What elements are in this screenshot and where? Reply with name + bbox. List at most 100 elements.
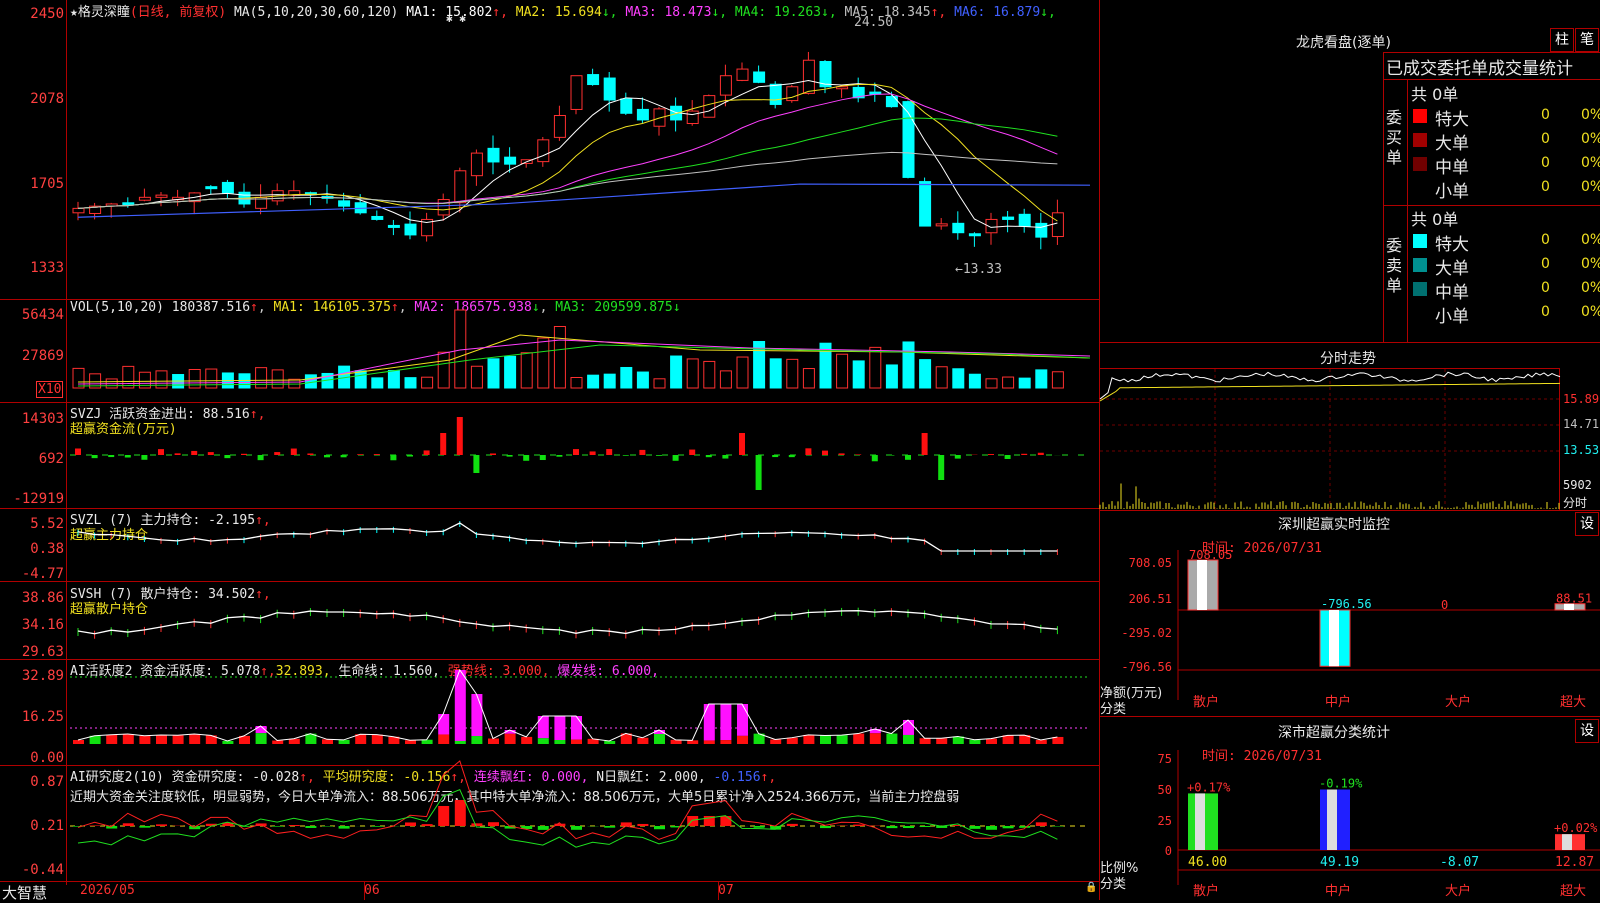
volume-bar (455, 310, 466, 388)
order-pct: 0% (1581, 256, 1600, 272)
flow-bar (108, 455, 114, 457)
intraday-tick: 5902 (1563, 478, 1592, 492)
activity-bar (637, 738, 648, 744)
net-value-label: 708.05 (1189, 548, 1232, 562)
ai-research-chart[interactable] (0, 766, 1100, 881)
volume-bar (969, 374, 980, 388)
activity-bar (920, 738, 931, 744)
flow-bar (888, 455, 894, 456)
activity-bar (322, 739, 333, 744)
candle-body (222, 182, 233, 192)
candle-body (1052, 213, 1063, 237)
main-holding-chart[interactable] (0, 509, 1100, 581)
order-swatch (1413, 282, 1427, 296)
volume-bar (837, 354, 848, 388)
research-bar (787, 824, 798, 826)
bar-highlight (1327, 789, 1337, 850)
order-swatch (1413, 258, 1427, 272)
ai-activity-chart[interactable] (0, 660, 1100, 765)
volume-bar (488, 359, 499, 388)
cls-ratio-chart[interactable]: 7550250+0.17%46.00散户-0.19%49.19中户-8.07大户… (1100, 710, 1600, 900)
order-swatch (1413, 133, 1427, 147)
candle-body (571, 76, 582, 110)
sz-net-amount-chart[interactable]: 708.05206.51-295.02-796.56708.05散户-796.5… (1100, 510, 1600, 710)
order-pct: 0% (1581, 304, 1600, 320)
ratio-value-label: 12.87 (1555, 855, 1594, 870)
research-bar (621, 822, 632, 826)
candle-body (737, 69, 748, 80)
flow-bar (689, 450, 695, 455)
order-count: 0 (1541, 155, 1550, 171)
intraday-avg-line (1100, 383, 1560, 401)
candle-body (1003, 217, 1014, 219)
volume-bar (870, 347, 881, 388)
flow-bar (855, 454, 861, 455)
tick-mode-button[interactable]: 笔 (1575, 28, 1599, 52)
candle-body (388, 225, 399, 227)
order-pct: 0% (1581, 131, 1600, 147)
order-name: 大单 (1435, 129, 1469, 154)
activity-bar (969, 740, 980, 744)
volume-bar (372, 378, 383, 388)
flow-bar (573, 449, 579, 455)
flow-bar (872, 455, 878, 461)
order-row: 大单 0 0% (1411, 129, 1600, 151)
lock-icon[interactable]: 🔒 (1085, 882, 1097, 893)
fund-flow-chart[interactable] (0, 403, 1100, 508)
flow-bar (324, 455, 330, 457)
activity-bar (488, 739, 499, 744)
flow-bar (839, 453, 845, 455)
activity-bar-top (438, 714, 449, 734)
ratio-value-label: 49.19 (1320, 855, 1359, 870)
candle-body (770, 84, 781, 104)
research-bar (637, 824, 648, 826)
candle-body (803, 60, 814, 93)
activity-bar (704, 740, 715, 744)
candle-body (123, 203, 134, 205)
flow-bar (341, 455, 347, 457)
order-row: 小单00% (1411, 177, 1600, 199)
category-label: 中户 (1325, 883, 1351, 899)
research-bar (571, 826, 582, 830)
category-label: 超大 (1560, 695, 1586, 710)
sell-order-label: 委卖单 (1386, 236, 1404, 296)
flow-bar (258, 455, 264, 460)
volume-bar (422, 377, 433, 388)
flow-bar (141, 455, 147, 460)
order-swatch (1413, 157, 1427, 171)
volume-chart[interactable] (0, 300, 1100, 400)
flow-bar (490, 453, 496, 455)
flow-bar (224, 455, 230, 458)
order-pct: 0% (1581, 107, 1600, 123)
research-bar (754, 826, 765, 828)
research-bar (422, 824, 433, 826)
category-label: 散户 (1193, 883, 1219, 899)
activity-bar-top (704, 704, 715, 740)
volume-bar (388, 371, 399, 388)
activity-bar (222, 741, 233, 744)
flow-bar (922, 433, 928, 455)
candlestick-chart[interactable] (0, 0, 1100, 300)
order-count: 0 (1541, 131, 1550, 147)
activity-bar (770, 740, 781, 744)
activity-bar (139, 736, 150, 744)
activity-bar (173, 735, 184, 744)
retail-holding-chart[interactable] (0, 582, 1100, 660)
net-value-label: -796.56 (1321, 597, 1372, 611)
activity-bar (505, 734, 516, 744)
sz-ytick: -295.02 (1121, 626, 1172, 640)
volume-bar (123, 366, 134, 388)
order-pct: 0% (1581, 155, 1600, 171)
research-bar (604, 826, 615, 828)
candle-body (754, 72, 765, 82)
research-line-green (78, 790, 1057, 848)
activity-bar (853, 734, 864, 744)
activity-bar (339, 740, 350, 744)
flow-bar (307, 453, 313, 455)
bar-mode-button[interactable]: 柱 (1550, 28, 1574, 52)
intraday-chart[interactable] (1100, 369, 1560, 511)
intraday-tick: 15.89 (1563, 392, 1599, 406)
flow-bar (175, 453, 181, 455)
volume-bar (604, 374, 615, 388)
flow-bar (1038, 453, 1044, 455)
